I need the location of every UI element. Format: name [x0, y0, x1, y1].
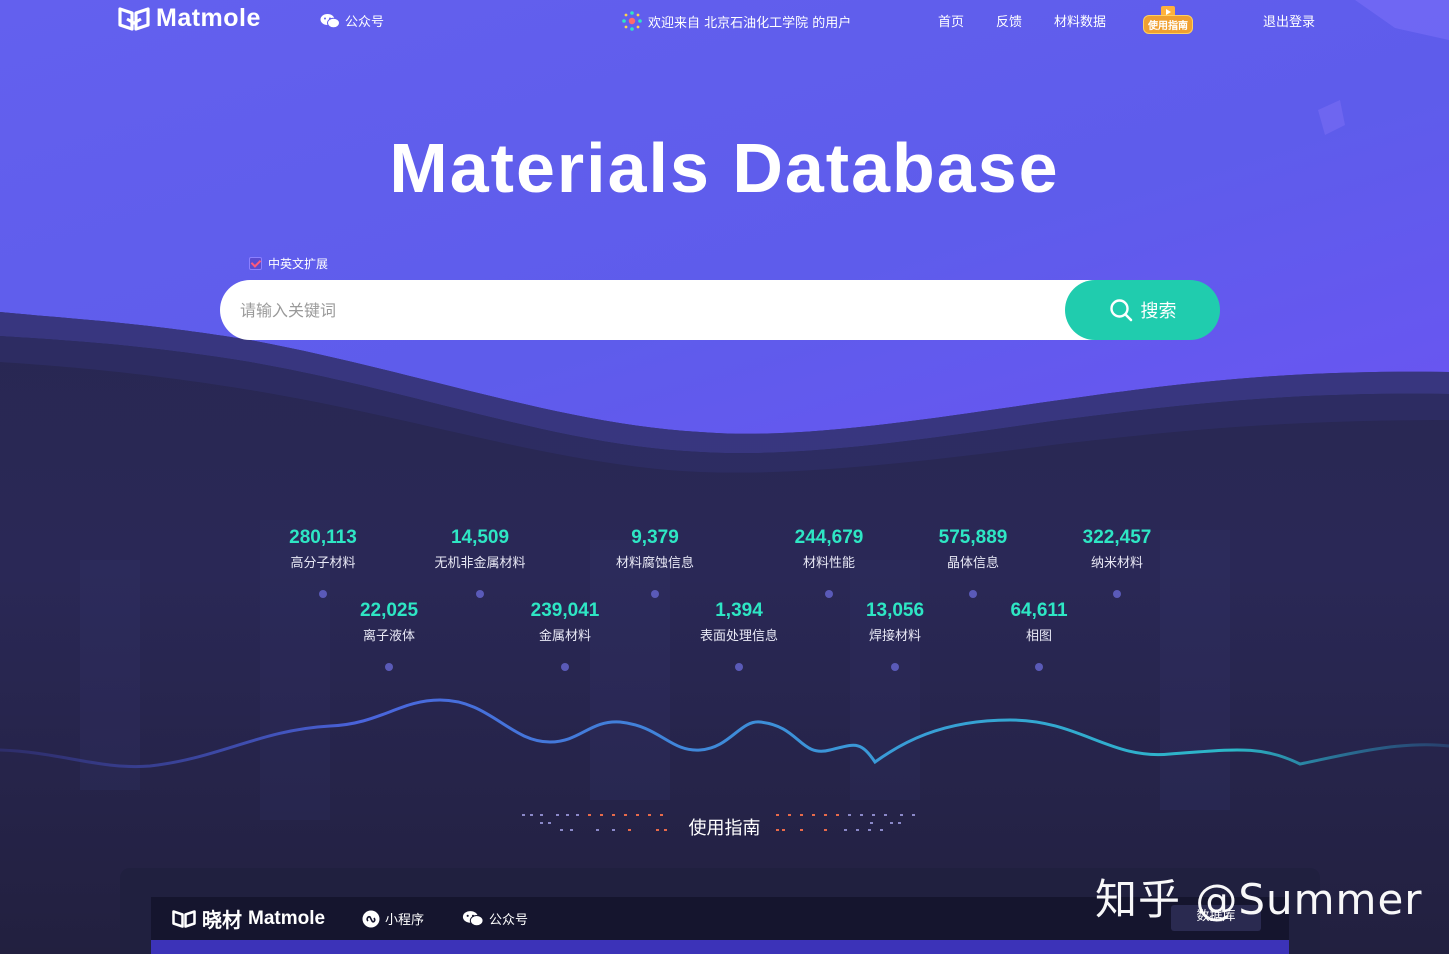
stat-label: 焊接材料 [868, 629, 921, 644]
stat-polymer[interactable]: 280,113 高分子材料 [243, 527, 403, 571]
hero-title: Materials Database [389, 129, 1060, 207]
stat-value: 280,113 [289, 527, 357, 548]
welcome-message: 欢迎来自 北京石油化工学院 的用户 [622, 11, 851, 31]
stat-surface-treatment[interactable]: 1,394 表面处理信息 [659, 600, 819, 644]
stat-label: 相图 [1025, 629, 1052, 644]
logo-text: Matmole [156, 4, 261, 32]
stat-value: 22,025 [359, 600, 419, 621]
mini-program-label: 小程序 [385, 913, 425, 928]
stat-value: 575,889 [938, 527, 1008, 548]
zhihu-watermark: 知乎 @Summer [1095, 875, 1423, 924]
wechat-icon [462, 911, 484, 927]
stat-crystal[interactable]: 575,889 晶体信息 [893, 527, 1053, 571]
stat-value: 9,379 [631, 527, 679, 548]
stat-welding[interactable]: 13,056 焊接材料 [815, 600, 975, 644]
stat-nano[interactable]: 322,457 纳米材料 [1037, 527, 1197, 571]
stat-label: 材料性能 [802, 556, 855, 571]
stat-label: 金属材料 [538, 629, 591, 644]
preview-logo: 晓材 Matmole [172, 904, 325, 933]
stat-properties[interactable]: 244,679 材料性能 [749, 527, 909, 571]
preview-logo-cn: 晓材 [202, 908, 242, 932]
search-button-label: 搜索 [1140, 301, 1177, 322]
preview-mini-program[interactable]: 小程序 [362, 909, 424, 928]
preview-logo-en: Matmole [248, 907, 326, 929]
preview-hero-strip [151, 940, 1289, 954]
stat-inorganic-nonmetal[interactable]: 14,509 无机非金属材料 [400, 527, 560, 571]
user-guide-badge-label: 使用指南 [1143, 15, 1193, 34]
wechat-icon [320, 13, 340, 28]
preview-wechat[interactable]: 公众号 [462, 909, 528, 928]
logout-link[interactable]: 退出登录 [1263, 11, 1315, 30]
stat-value: 244,679 [794, 527, 864, 548]
nav-feedback[interactable]: 反馈 [996, 11, 1022, 30]
wechat-link[interactable]: 公众号 [320, 11, 384, 30]
stat-label: 高分子材料 [290, 556, 356, 571]
stat-value: 239,041 [530, 600, 600, 621]
nav-materials-data[interactable]: 材料数据 [1054, 11, 1106, 30]
search-button[interactable]: 搜索 [1065, 280, 1220, 340]
stat-phase-diagram[interactable]: 64,611 相图 [959, 600, 1119, 644]
stat-label: 离子液体 [362, 629, 415, 644]
stat-label: 纳米材料 [1090, 556, 1143, 571]
matmole-logo[interactable]: Matmole [118, 4, 261, 33]
stat-label: 晶体信息 [946, 556, 999, 571]
wechat-label: 公众号 [345, 15, 385, 30]
stat-ionic-liquid[interactable]: 22,025 离子液体 [309, 600, 469, 644]
search-icon [1109, 299, 1132, 322]
user-guide-badge[interactable]: 使用指南 [1141, 6, 1195, 34]
stat-value: 322,457 [1082, 527, 1152, 548]
stat-value: 1,394 [715, 600, 763, 621]
nav-home[interactable]: 首页 [938, 11, 964, 30]
molecule-icon [622, 11, 642, 31]
matmole-logo-icon [118, 6, 150, 31]
user-guide-heading: 使用指南 [688, 818, 761, 839]
preview-wechat-label: 公众号 [489, 913, 529, 928]
welcome-text: 欢迎来自 北京石油化工学院 的用户 [648, 15, 852, 31]
top-nav: Matmole 公众号 欢迎来自 北京石油化工学院 的用户 首页 反馈 材料数据… [0, 0, 1449, 42]
search-input[interactable] [220, 280, 1100, 340]
stat-corrosion[interactable]: 9,379 材料腐蚀信息 [575, 527, 735, 571]
stat-label: 材料腐蚀信息 [615, 556, 694, 571]
matmole-logo-icon [172, 909, 196, 928]
cn-en-extension-label: 中英文扩展 [268, 257, 329, 271]
stat-value: 64,611 [1010, 600, 1068, 621]
stat-metal[interactable]: 239,041 金属材料 [485, 600, 645, 644]
stat-value: 14,509 [450, 527, 510, 548]
stat-label: 无机非金属材料 [434, 556, 526, 571]
cn-en-extension-checkbox[interactable]: 中英文扩展 [249, 255, 328, 272]
stat-label: 表面处理信息 [699, 629, 778, 644]
mini-program-icon [362, 910, 380, 927]
search-bar: 搜索 [220, 280, 1220, 340]
checkbox-checked-icon[interactable] [249, 257, 262, 270]
stat-value: 13,056 [865, 600, 925, 621]
